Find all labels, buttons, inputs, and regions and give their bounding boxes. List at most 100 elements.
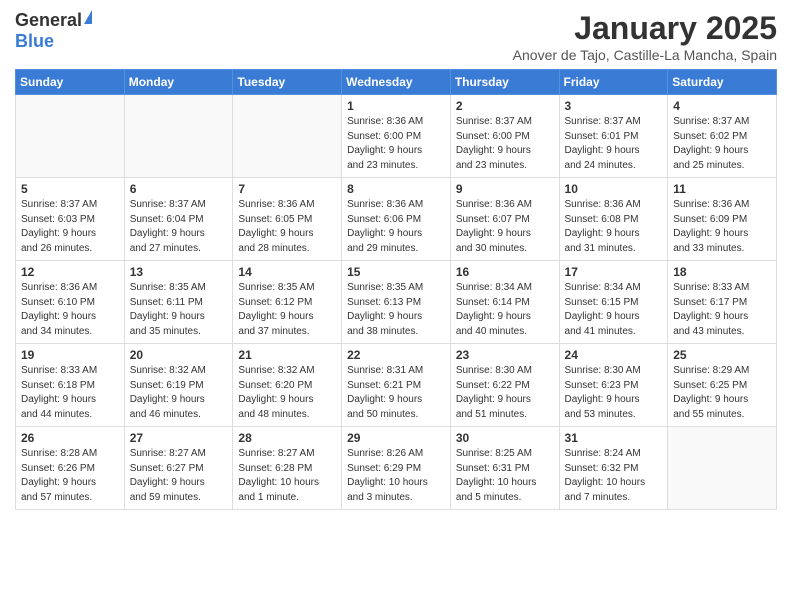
day-cell-23: 23 Sunrise: 8:30 AM Sunset: 6:22 PM Dayli…: [450, 344, 559, 427]
col-header-tuesday: Tuesday: [233, 70, 342, 95]
day-cell-8: 8 Sunrise: 8:36 AM Sunset: 6:06 PM Daylig…: [342, 178, 451, 261]
day-info: Sunrise: 8:36 AM Sunset: 6:10 PM Dayligh…: [21, 281, 119, 339]
day-info: Sunrise: 8:34 AM Sunset: 6:14 PM Dayligh…: [456, 281, 554, 339]
day-info: Sunrise: 8:34 AM Sunset: 6:15 PM Dayligh…: [565, 281, 663, 339]
day-cell-31: 31 Sunrise: 8:24 AM Sunset: 6:32 PM Dayli…: [559, 427, 668, 510]
day-info: Sunrise: 8:37 AM Sunset: 6:04 PM Dayligh…: [130, 198, 228, 256]
day-number: 13: [130, 265, 228, 279]
page: General Blue January 2025 Anover de Tajo…: [0, 0, 792, 520]
day-number: 18: [673, 265, 771, 279]
day-cell-12: 12 Sunrise: 8:36 AM Sunset: 6:10 PM Dayli…: [16, 261, 125, 344]
day-info: Sunrise: 8:35 AM Sunset: 6:11 PM Dayligh…: [130, 281, 228, 339]
col-header-saturday: Saturday: [668, 70, 777, 95]
day-info: Sunrise: 8:35 AM Sunset: 6:12 PM Dayligh…: [238, 281, 336, 339]
day-cell-19: 19 Sunrise: 8:33 AM Sunset: 6:18 PM Dayli…: [16, 344, 125, 427]
day-info: Sunrise: 8:27 AM Sunset: 6:28 PM Dayligh…: [238, 447, 336, 505]
day-cell-4: 4Sunrise: 8:37 AM Sunset: 6:02 PM Daylig…: [668, 95, 777, 178]
day-info: Sunrise: 8:30 AM Sunset: 6:22 PM Dayligh…: [456, 364, 554, 422]
day-number: 2: [456, 99, 554, 113]
day-number: 29: [347, 431, 445, 445]
day-cell-11: 11 Sunrise: 8:36 AM Sunset: 6:09 PM Dayli…: [668, 178, 777, 261]
day-number: 12: [21, 265, 119, 279]
day-number: 20: [130, 348, 228, 362]
day-cell-29: 29Sunrise: 8:26 AM Sunset: 6:29 PM Dayli…: [342, 427, 451, 510]
week-row-1: 1 Sunrise: 8:36 AM Sunset: 6:00 PM Daylig…: [16, 95, 777, 178]
header: General Blue January 2025 Anover de Tajo…: [15, 10, 777, 63]
day-number: 23: [456, 348, 554, 362]
week-row-5: 26 Sunrise: 8:28 AM Sunset: 6:26 PM Dayli…: [16, 427, 777, 510]
day-cell-18: 18 Sunrise: 8:33 AM Sunset: 6:17 PM Dayli…: [668, 261, 777, 344]
day-number: 30: [456, 431, 554, 445]
day-number: 14: [238, 265, 336, 279]
day-number: 16: [456, 265, 554, 279]
day-cell-10: 10Sunrise: 8:36 AM Sunset: 6:08 PM Dayli…: [559, 178, 668, 261]
day-info: Sunrise: 8:29 AM Sunset: 6:25 PM Dayligh…: [673, 364, 771, 422]
day-number: 5: [21, 182, 119, 196]
logo-triangle-icon: [84, 10, 92, 24]
col-header-monday: Monday: [124, 70, 233, 95]
week-row-4: 19 Sunrise: 8:33 AM Sunset: 6:18 PM Dayli…: [16, 344, 777, 427]
day-info: Sunrise: 8:30 AM Sunset: 6:23 PM Dayligh…: [565, 364, 663, 422]
day-cell-26: 26 Sunrise: 8:28 AM Sunset: 6:26 PM Dayli…: [16, 427, 125, 510]
day-number: 1: [347, 99, 445, 113]
day-cell-24: 24 Sunrise: 8:30 AM Sunset: 6:23 PM Dayli…: [559, 344, 668, 427]
day-cell-5: 5 Sunrise: 8:37 AM Sunset: 6:03 PM Daylig…: [16, 178, 125, 261]
subtitle: Anover de Tajo, Castille-La Mancha, Spai…: [513, 47, 777, 63]
day-cell-25: 25 Sunrise: 8:29 AM Sunset: 6:25 PM Dayli…: [668, 344, 777, 427]
day-info: Sunrise: 8:33 AM Sunset: 6:17 PM Dayligh…: [673, 281, 771, 339]
day-info: Sunrise: 8:36 AM Sunset: 6:08 PM Dayligh…: [565, 198, 663, 256]
day-cell-15: 15Sunrise: 8:35 AM Sunset: 6:13 PM Dayli…: [342, 261, 451, 344]
day-info: Sunrise: 8:36 AM Sunset: 6:05 PM Dayligh…: [238, 198, 336, 256]
day-number: 25: [673, 348, 771, 362]
week-row-3: 12 Sunrise: 8:36 AM Sunset: 6:10 PM Dayli…: [16, 261, 777, 344]
day-info: Sunrise: 8:32 AM Sunset: 6:19 PM Dayligh…: [130, 364, 228, 422]
day-number: 7: [238, 182, 336, 196]
day-cell-17: 17 Sunrise: 8:34 AM Sunset: 6:15 PM Dayli…: [559, 261, 668, 344]
day-cell-2: 2 Sunrise: 8:37 AM Sunset: 6:00 PM Daylig…: [450, 95, 559, 178]
day-cell-30: 30Sunrise: 8:25 AM Sunset: 6:31 PM Dayli…: [450, 427, 559, 510]
day-number: 19: [21, 348, 119, 362]
day-info: Sunrise: 8:36 AM Sunset: 6:00 PM Dayligh…: [347, 115, 445, 173]
day-info: Sunrise: 8:32 AM Sunset: 6:20 PM Dayligh…: [238, 364, 336, 422]
day-number: 17: [565, 265, 663, 279]
day-number: 22: [347, 348, 445, 362]
logo: General Blue: [15, 10, 92, 52]
day-info: Sunrise: 8:36 AM Sunset: 6:09 PM Dayligh…: [673, 198, 771, 256]
day-number: 15: [347, 265, 445, 279]
calendar: SundayMondayTuesdayWednesdayThursdayFrid…: [15, 69, 777, 510]
day-cell-16: 16 Sunrise: 8:34 AM Sunset: 6:14 PM Dayli…: [450, 261, 559, 344]
day-cell-27: 27Sunrise: 8:27 AM Sunset: 6:27 PM Dayli…: [124, 427, 233, 510]
day-info: Sunrise: 8:37 AM Sunset: 6:00 PM Dayligh…: [456, 115, 554, 173]
day-number: 27: [130, 431, 228, 445]
day-number: 31: [565, 431, 663, 445]
week-row-2: 5 Sunrise: 8:37 AM Sunset: 6:03 PM Daylig…: [16, 178, 777, 261]
day-info: Sunrise: 8:36 AM Sunset: 6:07 PM Dayligh…: [456, 198, 554, 256]
day-number: 11: [673, 182, 771, 196]
day-number: 24: [565, 348, 663, 362]
calendar-header-row: SundayMondayTuesdayWednesdayThursdayFrid…: [16, 70, 777, 95]
day-number: 26: [21, 431, 119, 445]
day-info: Sunrise: 8:24 AM Sunset: 6:32 PM Dayligh…: [565, 447, 663, 505]
col-header-wednesday: Wednesday: [342, 70, 451, 95]
empty-cell: [124, 95, 233, 178]
day-cell-20: 20 Sunrise: 8:32 AM Sunset: 6:19 PM Dayli…: [124, 344, 233, 427]
day-cell-1: 1 Sunrise: 8:36 AM Sunset: 6:00 PM Daylig…: [342, 95, 451, 178]
col-header-sunday: Sunday: [16, 70, 125, 95]
day-cell-21: 21Sunrise: 8:32 AM Sunset: 6:20 PM Dayli…: [233, 344, 342, 427]
day-number: 8: [347, 182, 445, 196]
day-cell-9: 9Sunrise: 8:36 AM Sunset: 6:07 PM Daylig…: [450, 178, 559, 261]
day-cell-22: 22Sunrise: 8:31 AM Sunset: 6:21 PM Dayli…: [342, 344, 451, 427]
logo-blue: Blue: [15, 31, 54, 52]
empty-cell: [668, 427, 777, 510]
day-info: Sunrise: 8:33 AM Sunset: 6:18 PM Dayligh…: [21, 364, 119, 422]
empty-cell: [233, 95, 342, 178]
day-info: Sunrise: 8:36 AM Sunset: 6:06 PM Dayligh…: [347, 198, 445, 256]
day-cell-14: 14 Sunrise: 8:35 AM Sunset: 6:12 PM Dayli…: [233, 261, 342, 344]
day-number: 3: [565, 99, 663, 113]
day-info: Sunrise: 8:37 AM Sunset: 6:02 PM Dayligh…: [673, 115, 771, 173]
col-header-friday: Friday: [559, 70, 668, 95]
day-cell-6: 6 Sunrise: 8:37 AM Sunset: 6:04 PM Daylig…: [124, 178, 233, 261]
day-info: Sunrise: 8:28 AM Sunset: 6:26 PM Dayligh…: [21, 447, 119, 505]
day-info: Sunrise: 8:37 AM Sunset: 6:03 PM Dayligh…: [21, 198, 119, 256]
day-number: 6: [130, 182, 228, 196]
